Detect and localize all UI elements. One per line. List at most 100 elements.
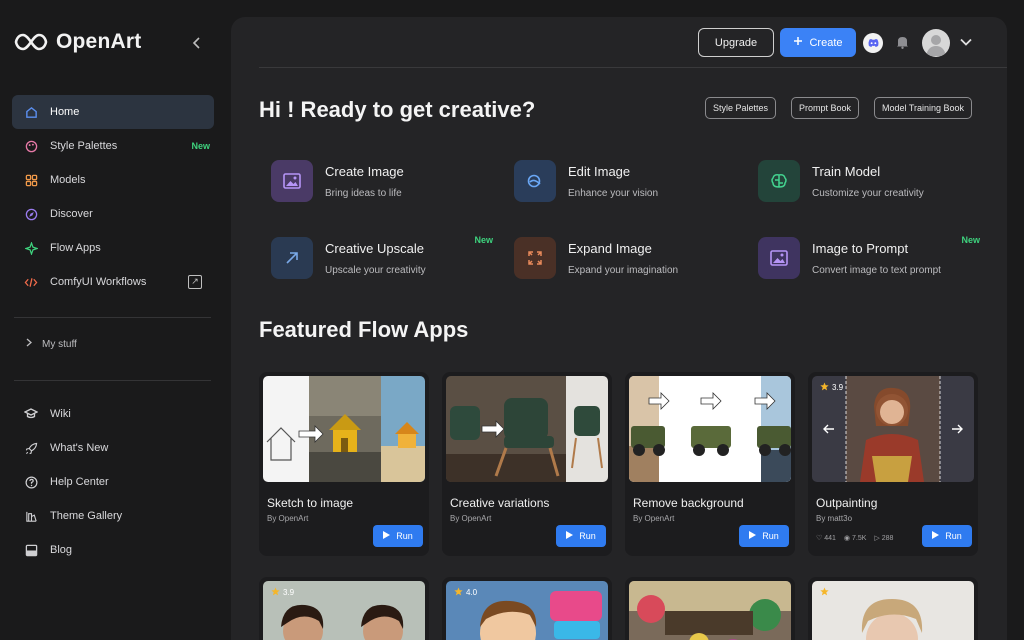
new-badge: New [961,235,980,245]
feature-expand-image[interactable]: Expand Image Expand your imagination [514,237,746,301]
sidebar-item-wiki[interactable]: Wiki [12,397,214,431]
sidebar-item-label: Models [50,174,86,186]
rating-value: 4.0 [466,588,478,597]
heart-icon: ♡ [816,535,823,542]
run-button[interactable]: Run [373,525,423,547]
gallery-icon [24,509,38,523]
upgrade-button[interactable]: Upgrade [698,28,774,57]
card-thumbnail [629,581,791,640]
brain-icon [758,160,800,202]
star-icon [454,587,463,598]
flow-app-card[interactable]: Remove background By OpenArt Run [625,372,795,556]
feature-image-to-prompt[interactable]: Image to Prompt Convert image to text pr… [758,235,990,301]
home-icon [24,105,38,119]
feature-create-image[interactable]: Create Image Bring ideas to life [271,160,503,224]
flow-app-card[interactable]: 3.9 Outpainting By matt3o ♡ 441 ◉ 7.5K ▷… [808,372,978,556]
image-icon [758,237,800,279]
star-icon [820,382,829,393]
sidebar-item-help-center[interactable]: Help Center [12,465,214,499]
feature-subtitle: Convert image to text prompt [812,265,941,276]
views-count: 7.5K [851,535,867,542]
card-thumbnail: 3.9 [812,376,974,482]
star-icon [271,587,280,598]
card-rating: 4.0 [454,587,477,598]
run-button[interactable]: Run [739,525,789,547]
flow-app-card[interactable]: Creative variations By OpenArt Run [442,372,612,556]
run-button[interactable]: Run [922,525,972,547]
card-thumbnail: 3.9 [263,581,425,640]
card-thumbnail [446,376,608,482]
grid-icon [24,173,38,187]
sidebar-secondary-nav: Wiki What's New Help Center Theme Galler… [12,397,214,567]
chevron-right-icon [26,338,32,350]
sidebar-item-whats-new[interactable]: What's New [12,431,214,465]
pill-style-palettes[interactable]: Style Palettes [705,97,777,119]
sidebar-item-label: What's New [50,442,109,454]
likes-stat: ♡ 441 [816,534,836,542]
sidebar-item-models[interactable]: Models [12,163,214,197]
external-link-icon[interactable]: ↗ [188,275,202,289]
rating-value: 3.9 [832,383,844,392]
sidebar-divider [14,380,211,381]
card-author: By OpenArt [267,514,309,523]
flow-icon [24,241,38,255]
bell-icon[interactable] [893,33,911,51]
card-stats: ♡ 441 ◉ 7.5K ▷ 288 [816,534,893,542]
sidebar-item-flow-apps[interactable]: Flow Apps [12,231,214,265]
feature-edit-image[interactable]: Edit Image Enhance your vision [514,160,746,224]
help-circle-icon [24,475,38,489]
card-title: Outpainting [816,496,878,510]
sidebar-item-label: Wiki [50,408,71,420]
sidebar-item-label: Flow Apps [50,242,101,254]
pill-prompt-book[interactable]: Prompt Book [791,97,860,119]
compass-icon [24,207,38,221]
feature-creative-upscale[interactable]: Creative Upscale Upscale your creativity… [271,235,503,301]
feature-subtitle: Upscale your creativity [325,265,426,276]
feature-train-model[interactable]: Train Model Customize your creativity [758,160,990,224]
chevron-left-icon[interactable] [188,36,206,54]
feature-title: Expand Image [568,241,652,256]
likes-count: 441 [824,535,836,542]
sidebar-item-home[interactable]: Home [12,95,214,129]
sidebar-item-style-palettes[interactable]: Style Palettes New [12,129,214,163]
run-label: Run [579,531,596,541]
chevron-down-icon[interactable] [960,35,972,49]
sidebar: OpenArt Home Style Palettes New Models D… [0,0,230,640]
page-title: Hi ! Ready to get creative? [259,97,536,122]
sidebar-item-label: Theme Gallery [50,510,123,522]
brand-name: OpenArt [56,30,142,53]
create-button[interactable]: Create [780,28,856,57]
flow-app-card[interactable]: 3.9 [259,577,429,640]
edit-image-icon [514,160,556,202]
discord-icon[interactable] [863,33,883,53]
graduation-cap-icon [24,407,38,421]
sidebar-item-comfyui-workflows[interactable]: ComfyUI Workflows ↗ [12,265,214,299]
flow-app-card[interactable] [808,577,978,640]
pill-model-training-book[interactable]: Model Training Book [874,97,973,119]
play-icon [932,531,940,541]
card-title: Creative variations [450,496,550,510]
sidebar-item-discover[interactable]: Discover [12,197,214,231]
flow-app-card[interactable] [625,577,795,640]
rocket-icon [24,441,38,455]
play-icon [749,531,757,541]
expand-icon [514,237,556,279]
brand-logo[interactable]: OpenArt [14,30,141,54]
sidebar-item-theme-gallery[interactable]: Theme Gallery [12,499,214,533]
section-title: Featured Flow Apps [259,317,469,342]
feature-title: Image to Prompt [812,241,909,256]
shares-stat: ▷ 288 [874,534,893,542]
run-button[interactable]: Run [556,525,606,547]
card-rating: 3.9 [820,382,843,393]
create-button-label: Create [809,36,843,49]
flow-app-card[interactable]: Sketch to image By OpenArt Run [259,372,429,556]
feature-title: Train Model [812,164,881,179]
card-rating [820,587,829,598]
card-rating: 3.9 [271,587,294,598]
my-stuff-toggle[interactable]: My stuff [26,338,77,350]
avatar[interactable] [922,29,950,57]
flow-app-card[interactable]: 4.0 [442,577,612,640]
sidebar-item-blog[interactable]: Blog [12,533,214,567]
sidebar-nav: Home Style Palettes New Models Discover [12,95,214,299]
rating-value: 3.9 [283,588,295,597]
